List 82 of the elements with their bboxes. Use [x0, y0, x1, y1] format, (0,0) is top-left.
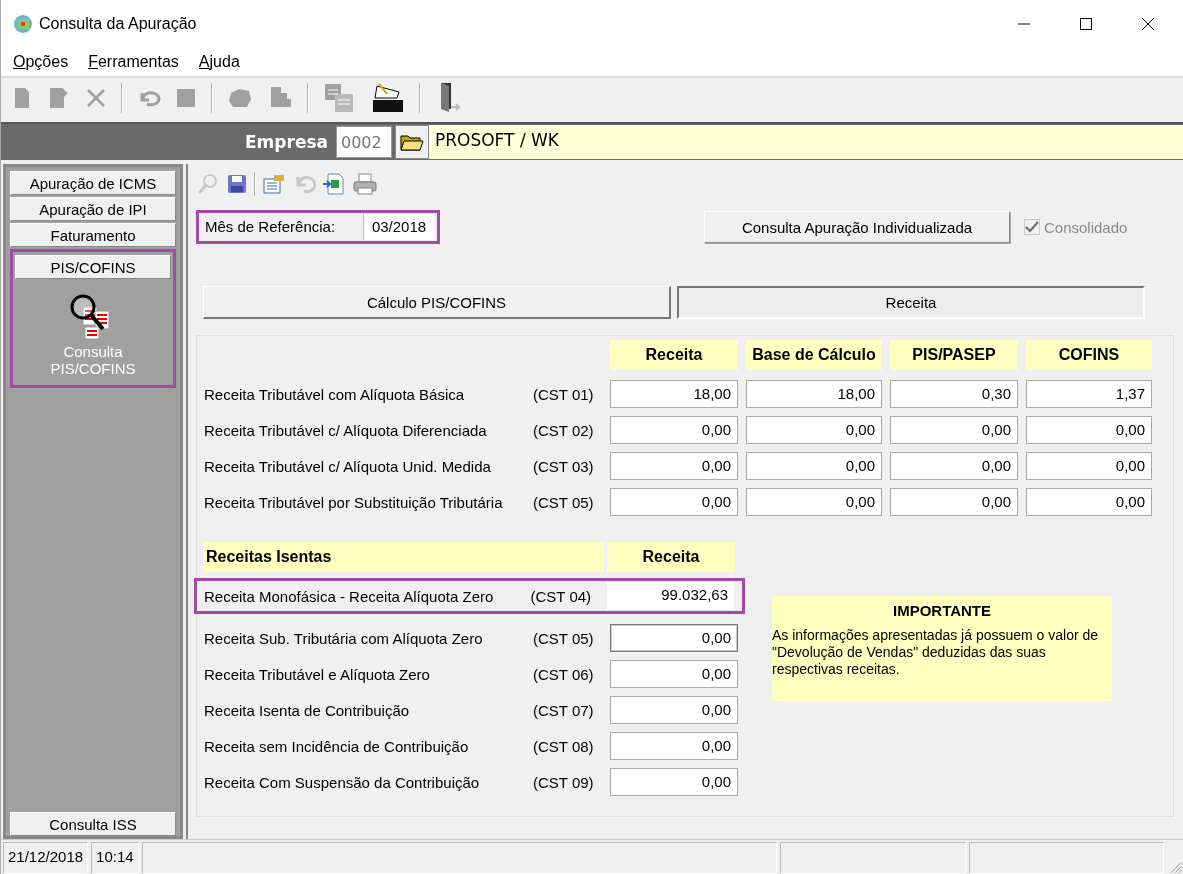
delete-icon[interactable]	[85, 87, 107, 109]
value-field[interactable]: 0,00	[1026, 488, 1152, 516]
value-field[interactable]: 0,00	[890, 416, 1018, 444]
status-time: 10:14	[91, 842, 139, 874]
close-icon[interactable]	[1141, 17, 1155, 31]
sidebar-item[interactable]: Apuração de ICMS	[10, 171, 176, 195]
value-field[interactable]: 0,00	[610, 732, 738, 760]
sidebar-item[interactable]: PIS/COFINS	[15, 255, 171, 279]
printer-icon[interactable]	[352, 172, 378, 196]
save-icon[interactable]	[226, 173, 248, 195]
notice-text: As informações apresentadas já possuem o valor de "Devolução de Vendas" deduzidas das suas respectivas receitas.	[772, 627, 1100, 678]
value-field[interactable]: 0,00	[610, 416, 738, 444]
company-name-field[interactable]: PROSOFT / WK	[429, 125, 1183, 159]
value-field[interactable]: 0,00	[890, 488, 1018, 516]
menu-item[interactable]: Opções	[13, 53, 69, 71]
cst-code: (CST 03)	[533, 457, 595, 475]
cst-code: (CST 09)	[533, 773, 595, 791]
sidebar-item[interactable]: Consulta ISS	[10, 812, 176, 836]
value-field[interactable]: 0,00	[610, 452, 738, 480]
value-field[interactable]: 0,00	[610, 488, 738, 516]
checkbox-label: Consolidado	[1044, 218, 1128, 236]
company-code-field[interactable]: 0002	[336, 126, 392, 158]
column-header: COFINS	[1026, 340, 1152, 370]
row-label: Receita Com Suspensão da Contribuição	[204, 773, 481, 791]
month-field[interactable]: 03/2018	[364, 214, 434, 240]
status-date: 21/12/2018	[3, 842, 89, 874]
value-field[interactable]: 0,00	[1026, 452, 1152, 480]
value-field[interactable]: 0,00	[610, 768, 738, 796]
menu-item[interactable]: Ajuda	[198, 53, 240, 71]
cst-code: (CST 07)	[533, 701, 595, 719]
value-field[interactable]: 0,00	[890, 452, 1018, 480]
value-field[interactable]: 0,00	[610, 660, 738, 688]
company-label: Empresa	[245, 132, 328, 152]
search-icon[interactable]	[196, 172, 220, 196]
notice-title: IMPORTANTE	[891, 602, 993, 619]
value-field[interactable]: 0,00	[746, 452, 882, 480]
sidebar-item[interactable]: Apuração de IPI	[10, 197, 176, 221]
value-field[interactable]: 0,00	[610, 696, 738, 724]
individual-query-button[interactable]: Consulta Apuração Individualizada	[704, 211, 1010, 243]
properties-icon[interactable]	[262, 173, 286, 195]
cst-code: (CST 04)	[530, 587, 593, 605]
section-header: Receitas Isentas	[204, 542, 604, 572]
value-field[interactable]: 0,30	[890, 380, 1018, 408]
app-icon	[13, 14, 33, 34]
stop-icon[interactable]	[175, 87, 197, 109]
value-field[interactable]: 1,37	[1026, 380, 1152, 408]
column-header: PIS/PASEP	[890, 340, 1018, 370]
tab[interactable]: Receita	[677, 286, 1145, 319]
cst-code: (CST 06)	[533, 665, 595, 683]
window-title: Consulta da Apuração	[39, 15, 197, 33]
row-label: Receita Sub. Tributária com Alíquota Zero	[204, 629, 484, 647]
cst-code: (CST 05)	[533, 629, 595, 647]
row-label: Receita Monofásica - Receita Alíquota Zero	[204, 587, 495, 605]
value-field[interactable]: 0,00	[610, 624, 738, 652]
edit-document-icon[interactable]	[47, 86, 71, 110]
open-folder-button[interactable]	[395, 125, 429, 159]
row-label: Receita Isenta de Contribuição	[204, 701, 411, 719]
value-field[interactable]: 0,00	[746, 488, 882, 516]
value-field[interactable]: 0,00	[1026, 416, 1152, 444]
folder-icon	[400, 132, 424, 152]
value-field[interactable]: 18,00	[746, 380, 882, 408]
value-field[interactable]: 0,00	[746, 416, 882, 444]
column-header: Base de Cálculo	[746, 340, 882, 370]
value-field[interactable]: 99.032,63	[606, 582, 734, 610]
column-header: Receita	[610, 340, 738, 370]
value-field[interactable]: 18,00	[610, 380, 738, 408]
row-label: Receita Tributável c/ Alíquota Diferenciada	[204, 421, 488, 439]
row-label: Receita Tributável c/ Alíquota Unid. Medida	[204, 457, 492, 475]
menu-item[interactable]: Ferramentas	[88, 53, 179, 71]
row-label: Receita sem Incidência de Contribuição	[204, 737, 470, 755]
maximize-icon[interactable]	[1079, 17, 1093, 31]
cst-code: (CST 02)	[533, 421, 595, 439]
cst-code: (CST 01)	[533, 385, 595, 403]
column-header: Receita	[607, 542, 735, 572]
spreadsheet-export-icon[interactable]	[322, 172, 346, 196]
tab[interactable]: Cálculo PIS/COFINS	[203, 286, 671, 319]
sidebar-item[interactable]: Faturamento	[10, 223, 176, 247]
cst-code: (CST 05)	[533, 493, 595, 511]
cst-code: (CST 08)	[533, 737, 595, 755]
row-label: Receita Tributável e Alíquota Zero	[204, 665, 431, 683]
row-label: Receita Tributável por Substituição Tributária	[204, 493, 504, 511]
row-label: Receita Tributável com Alíquota Básica	[204, 385, 466, 403]
